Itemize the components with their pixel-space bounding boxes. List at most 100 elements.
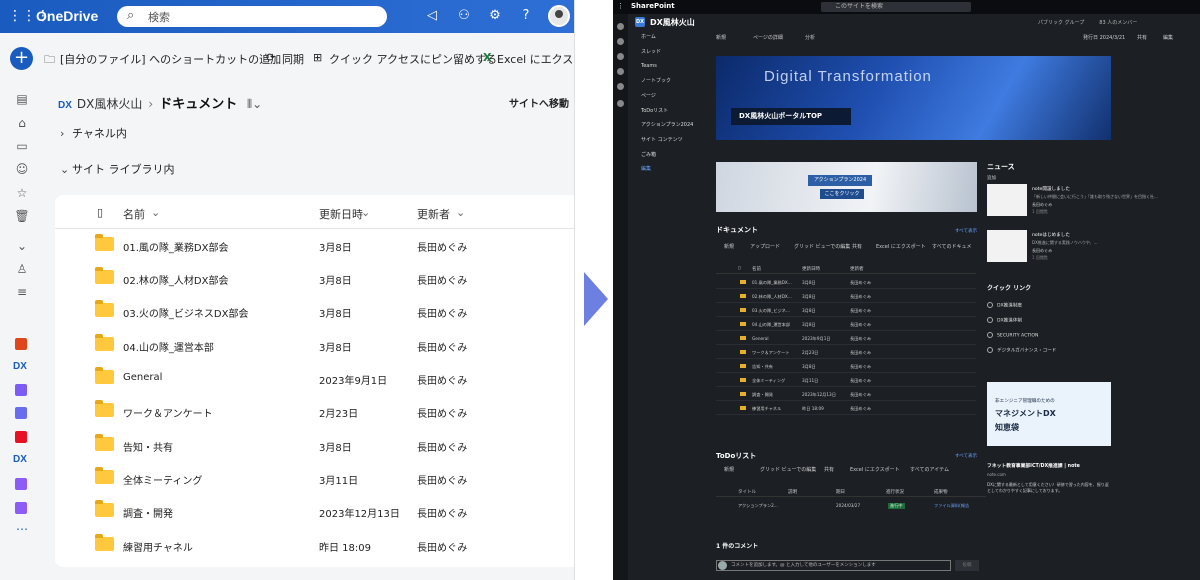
dx-site-icon[interactable]: DX	[13, 361, 27, 372]
doc-col-name[interactable]: 名前	[752, 266, 761, 272]
home-feed-icon[interactable]: ▤	[14, 91, 30, 107]
nav-item[interactable]: ごみ箱	[641, 151, 656, 158]
column-name[interactable]: 名前	[123, 206, 145, 222]
todo-all-items-view[interactable]: すべてのアイテム	[910, 466, 949, 473]
table-row[interactable]: General 2023年9月1日 長田めぐみ	[55, 362, 574, 395]
nav-item[interactable]: ToDoリスト	[641, 107, 668, 114]
trash-icon[interactable]: 🗑	[14, 208, 30, 224]
doc-upload-button[interactable]: アップロード	[750, 243, 780, 250]
table-row[interactable]: 02.林の隊_人材DX部会 3月8日 長田めぐみ	[55, 262, 574, 295]
news-item-title[interactable]: note開設しました	[1032, 186, 1070, 192]
share-button[interactable]: 共有	[1137, 34, 1147, 41]
table-row[interactable]: 調査・開発 2023年12月13日 長田めぐみ	[55, 495, 574, 528]
row-name[interactable]: 03.火の隊_ビジネ...	[752, 308, 790, 314]
row-name[interactable]: 調査・開発	[123, 505, 173, 520]
export-excel-button[interactable]: Excel にエクスポー	[497, 51, 574, 67]
nav-item[interactable]: ページ	[641, 92, 656, 99]
sort-chevron-icon[interactable]: ⌄	[151, 206, 160, 219]
nav-item[interactable]: アクションプラン2024	[641, 121, 693, 128]
onedrive-brand[interactable]: OneDrive	[36, 8, 98, 24]
table-row[interactable]: 告知・共有 3月8日 長田めぐみ	[55, 429, 574, 462]
column-modified-by[interactable]: 更新者	[417, 206, 450, 222]
row-name[interactable]: 04.山の隊_運営本部	[123, 339, 214, 354]
sort-chevron-icon[interactable]: ⌄	[361, 206, 370, 219]
nav-item[interactable]: ノートブック	[641, 77, 671, 84]
quick-link[interactable]: DX推進体制	[987, 317, 1022, 324]
site-app-icon[interactable]	[15, 384, 27, 396]
folder-icon[interactable]: ▭	[14, 138, 30, 154]
search-box[interactable]: ⌕ 検索	[117, 6, 387, 27]
edit-button[interactable]: 編集	[1163, 34, 1173, 41]
home-icon[interactable]	[617, 23, 624, 30]
group-info[interactable]: パブリック グループ 83 人のメンバー	[1038, 19, 1137, 26]
quick-link[interactable]: DX推進制度	[987, 302, 1022, 309]
section-site-library[interactable]: ⌄ サイト ライブラリ内	[60, 161, 175, 177]
row-name[interactable]: General	[123, 372, 162, 383]
chevron-down-icon[interactable]: ⌄	[14, 238, 30, 254]
site-app-icon[interactable]	[15, 407, 27, 419]
column-modified[interactable]: 更新日時	[319, 206, 363, 222]
row-name[interactable]: 告知・共有	[123, 439, 173, 454]
todo-col-desc[interactable]: 説明	[788, 489, 797, 495]
doc-new-button[interactable]: 新規	[724, 243, 734, 250]
table-row[interactable]: アクションプラン2... 2024/03/27 進行中 ファイル資料(報告	[716, 499, 991, 512]
table-row[interactable]: General 2023年9月1日 長田めぐみ	[716, 332, 976, 345]
table-row[interactable]: 告知・共有 3月8日 長田めぐみ	[716, 360, 976, 373]
site-search-box[interactable]: このサイトを検索	[821, 2, 971, 12]
table-row[interactable]: 全体ミーティング 3月11日 長田めぐみ	[716, 374, 976, 387]
analytics-button[interactable]: 分析	[805, 34, 815, 41]
star-icon[interactable]: ☆	[14, 185, 30, 201]
row-name[interactable]: 練習用チャネル	[752, 406, 781, 412]
row-name[interactable]: General	[752, 336, 769, 341]
doc-col-modified[interactable]: 更新日時	[802, 266, 820, 272]
todo-col-deliverable[interactable]: 成果物	[934, 489, 948, 495]
section-channels[interactable]: › チャネル内	[60, 125, 127, 141]
table-row[interactable]: ワーク＆アンケート 2月23日 長田めぐみ	[55, 395, 574, 428]
add-shortcut-button[interactable]: [自分のファイル] へのショートカットの追加	[60, 51, 281, 67]
dx-site-icon[interactable]: DX	[13, 454, 27, 465]
share-network-icon[interactable]: ⚇	[456, 8, 472, 23]
row-name[interactable]: 01.風の隊_業務DX...	[752, 280, 792, 286]
create-button[interactable]: +	[10, 47, 33, 70]
user-avatar[interactable]	[548, 5, 570, 27]
app-launcher-icon[interactable]: ⋮	[617, 2, 624, 10]
row-name[interactable]: 全体ミーティング	[752, 378, 785, 384]
table-row[interactable]: 全体ミーティング 3月11日 長田めぐみ	[55, 462, 574, 495]
todo-col-due[interactable]: 期日	[836, 489, 845, 495]
table-row[interactable]: 04.山の隊_運営本部 3月8日 長田めぐみ	[716, 318, 976, 331]
library-view-icon[interactable]: ⫴⌄	[247, 97, 262, 111]
todo-new-button[interactable]: 新規	[724, 466, 734, 473]
table-row[interactable]: 04.山の隊_運営本部 3月8日 長田めぐみ	[55, 329, 574, 362]
page-details-button[interactable]: ページの詳細	[753, 34, 783, 41]
action-plan-banner[interactable]: アクションプラン2024 ここをクリック	[716, 162, 977, 212]
news-add-button[interactable]: 追加	[987, 175, 996, 181]
table-row[interactable]: 02.林の隊_人材DX... 3月8日 長田めぐみ	[716, 290, 976, 303]
todo-see-all-link[interactable]: すべて表示	[955, 453, 977, 459]
gear-icon[interactable]: ⚙	[487, 8, 503, 23]
documents-see-all-link[interactable]: すべて表示	[955, 228, 977, 234]
documents-title[interactable]: ドキュメント	[716, 225, 758, 235]
home-icon[interactable]: ⌂	[14, 115, 30, 131]
row-name[interactable]: 02.林の隊_人材DX部会	[123, 272, 228, 287]
news-title[interactable]: ニュース	[987, 162, 1015, 172]
todo-export-excel-button[interactable]: Excel にエクスポート	[850, 466, 900, 473]
row-name[interactable]: 03.火の隊_ビジネスDX部会	[123, 305, 248, 320]
globe-icon[interactable]	[617, 38, 624, 45]
todo-col-status[interactable]: 進行状況	[886, 489, 904, 495]
nav-item[interactable]: Teams	[641, 63, 657, 69]
add-icon[interactable]	[617, 100, 624, 107]
row-name[interactable]: 調査・開発	[752, 392, 773, 398]
row-name[interactable]: 04.山の隊_運営本部	[752, 322, 790, 328]
site-name[interactable]: DX風林火山	[650, 17, 695, 28]
breadcrumb-site[interactable]: DX風林火山	[77, 97, 142, 111]
nav-edit-link[interactable]: 編集	[641, 165, 651, 172]
doc-grid-edit-button[interactable]: グリッド ビューでの編集	[794, 243, 850, 250]
row-name[interactable]: ワーク＆アンケート	[123, 405, 213, 420]
person-icon[interactable]: ♙	[14, 261, 30, 277]
todo-item-title[interactable]: アクションプラン2...	[738, 503, 778, 509]
todo-share-button[interactable]: 共有	[824, 466, 834, 473]
row-name[interactable]: 全体ミーティング	[123, 472, 202, 487]
doc-all-docs-view[interactable]: すべてのドキュメ	[932, 243, 971, 250]
site-app-icon[interactable]	[15, 338, 27, 350]
table-row[interactable]: 調査・開発 2023年12月13日 長田めぐみ	[716, 388, 976, 401]
